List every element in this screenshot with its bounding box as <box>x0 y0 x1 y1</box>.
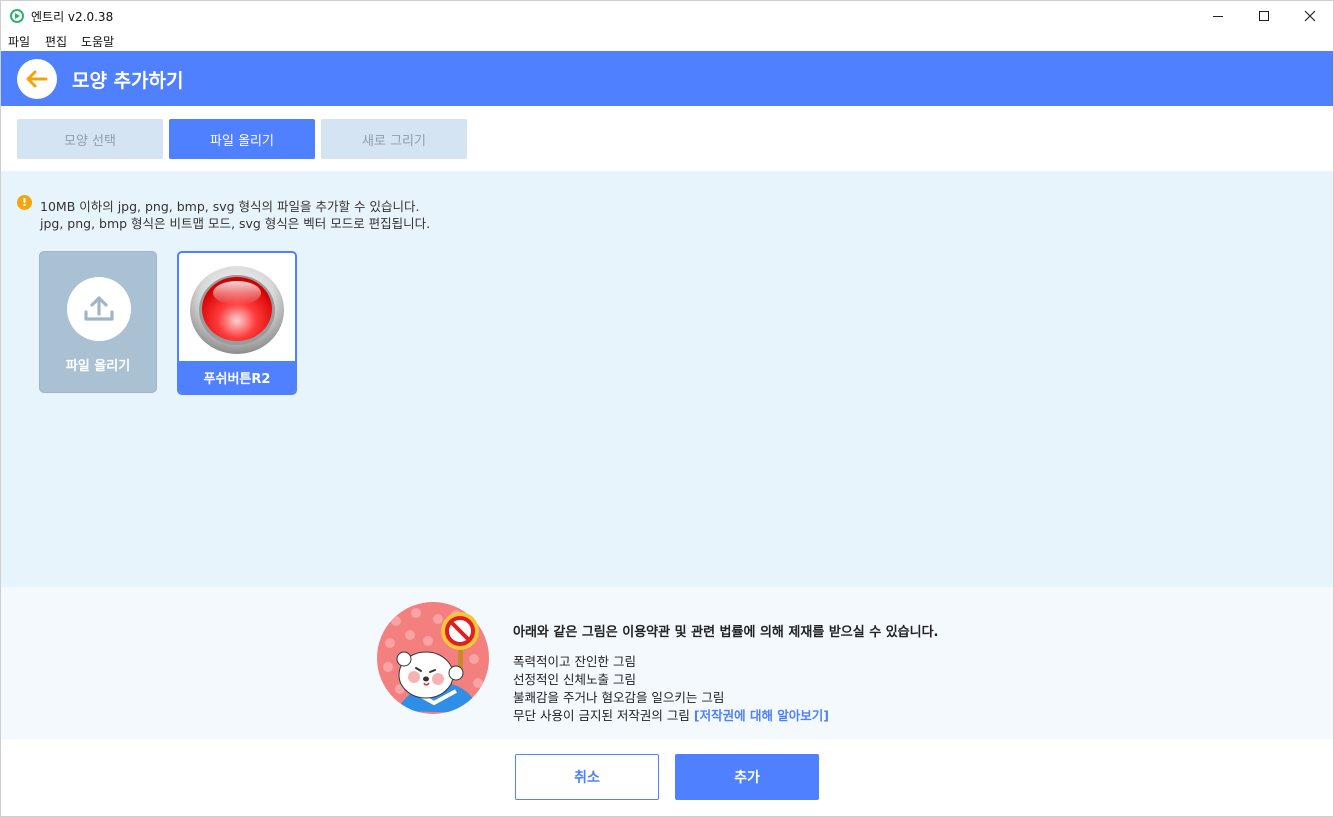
close-window-button[interactable] <box>1287 1 1333 31</box>
arrow-left-icon <box>26 70 48 88</box>
maximize-button[interactable] <box>1241 1 1287 31</box>
upload-file-card[interactable]: 파일 올리기 <box>39 251 157 393</box>
tab-draw-new[interactable]: 새로 그리기 <box>321 119 467 159</box>
window-titlebar: 엔트리 v2.0.38 <box>0 0 1334 30</box>
menu-file[interactable]: 파일 <box>8 33 30 50</box>
uploaded-shape-card[interactable]: 푸쉬버튼R2 <box>177 251 297 395</box>
menu-edit[interactable]: 편집 <box>45 33 67 50</box>
minimize-button[interactable] <box>1195 1 1241 31</box>
warning-item-copyright-text: 무단 사용이 금지된 저작권의 그림 <box>513 708 690 723</box>
warning-item-copyright: 무단 사용이 금지된 저작권의 그림 [저작권에 대해 알아보기] <box>513 705 829 724</box>
copyright-warning: 아래와 같은 그림은 이용약관 및 관련 법률에 의해 제재를 받으실 수 있습… <box>0 587 1334 739</box>
notice-line-2: jpg, png, bmp 형식은 비트맵 모드, svg 형식은 벡터 모드로… <box>40 216 431 231</box>
copyright-info-link[interactable]: [저작권에 대해 알아보기] <box>694 708 829 723</box>
mascot-illustration <box>376 601 490 715</box>
tab-bar: 모양 선택 파일 올리기 새로 그리기 <box>0 106 1334 171</box>
tab-upload-file[interactable]: 파일 올리기 <box>169 119 315 159</box>
page-title: 모양 추가하기 <box>72 70 184 92</box>
window-title: 엔트리 v2.0.38 <box>31 10 114 24</box>
entry-logo-icon <box>10 9 24 23</box>
warning-icon: ! <box>17 195 32 210</box>
warning-item-offensive: 불쾌감을 주거나 혐오감을 일으키는 그림 <box>513 690 725 705</box>
back-button[interactable] <box>17 59 57 99</box>
cancel-button[interactable]: 취소 <box>515 754 659 800</box>
upload-card-label: 파일 올리기 <box>65 359 131 374</box>
warning-item-violent: 폭력적이고 잔인한 그림 <box>513 654 636 669</box>
menu-bar: 파일 편집 도움말 <box>0 30 1334 51</box>
warning-title: 아래와 같은 그림은 이용약관 및 관련 법률에 의해 제재를 받으실 수 있습… <box>513 625 939 640</box>
warning-item-explicit: 선정적인 신체노출 그림 <box>513 672 636 687</box>
uploaded-shape-label: 푸쉬버튼R2 <box>179 361 295 393</box>
red-push-button-image <box>188 265 286 355</box>
upload-icon <box>67 277 131 341</box>
add-button[interactable]: 추가 <box>675 754 819 800</box>
close-icon <box>1304 10 1316 22</box>
dialog-header: 모양 추가하기 <box>0 51 1334 106</box>
tab-select-shape[interactable]: 모양 선택 <box>17 119 163 159</box>
upload-panel: ! 10MB 이하의 jpg, png, bmp, svg 형식의 파일을 추가… <box>0 171 1334 587</box>
minimize-icon <box>1213 15 1223 17</box>
menu-help[interactable]: 도움말 <box>81 33 114 50</box>
maximize-icon <box>1259 11 1269 21</box>
dialog-footer: 취소 추가 <box>0 739 1334 817</box>
